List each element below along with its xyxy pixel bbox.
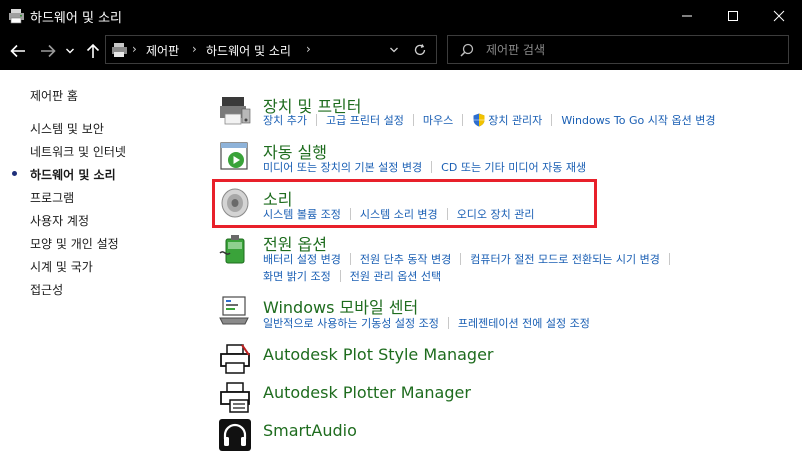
sidebar-item-user-accounts[interactable]: 사용자 계정 <box>30 212 89 229</box>
minimize-icon <box>682 15 692 17</box>
window-title: 하드웨어 및 소리 <box>30 11 122 26</box>
category-title[interactable]: Autodesk Plotter Manager <box>263 383 471 402</box>
divider <box>462 114 464 126</box>
category-smartaudio: SmartAudio <box>218 418 802 454</box>
category-mobility-center: Windows 모바일 센터 일반적으로 사용하는 기동성 설정 조정 프레젠테이… <box>218 294 802 334</box>
control-panel-icon <box>9 9 24 24</box>
sidebar: 제어판 홈 시스템 및 보안 네트워크 및 인터넷 하드웨어 및 소리 프로그램… <box>0 70 200 475</box>
sidebar-item-ease-of-access[interactable]: 접근성 <box>30 281 63 298</box>
divider <box>551 114 553 126</box>
divider <box>315 114 317 126</box>
chevron-down-icon <box>66 48 74 54</box>
link-sleep-timing[interactable]: 컴퓨터가 절전 모드로 전환되는 시기 변경 <box>470 251 660 267</box>
up-button[interactable] <box>83 41 103 61</box>
category-links: 일반적으로 사용하는 기동성 설정 조정 프레젠테이션 전에 설정 조정 <box>263 315 590 331</box>
back-button[interactable] <box>8 41 28 61</box>
minimize-button[interactable] <box>664 0 710 32</box>
category-autoplay: 자동 실행 미디어 또는 장치의 기본 설정 변경 CD 또는 기타 미디어 자동… <box>218 139 802 179</box>
maximize-button[interactable] <box>710 0 756 32</box>
link-windows-to-go[interactable]: Windows To Go 시작 옵션 변경 <box>561 112 715 128</box>
divider <box>349 253 351 265</box>
up-arrow-icon <box>86 43 100 58</box>
devices-printers-icon <box>220 97 251 125</box>
link-device-manager[interactable]: 장치 관리자 <box>488 112 542 128</box>
category-title[interactable]: Autodesk Plot Style Manager <box>263 345 493 364</box>
link-add-device[interactable]: 장치 추가 <box>263 112 307 128</box>
divider <box>339 270 341 282</box>
highlight-box <box>212 179 597 228</box>
breadcrumb-separator-icon[interactable]: › <box>132 42 137 56</box>
breadcrumb-separator-icon[interactable]: › <box>192 42 197 56</box>
autoplay-icon <box>220 142 248 170</box>
sidebar-item-system-security[interactable]: 시스템 및 보안 <box>30 120 104 137</box>
category-links: 장치 추가 고급 프린터 설정 마우스 장치 관리자 Windows To Go 시작 … <box>263 112 715 128</box>
divider <box>412 114 414 126</box>
forward-arrow-icon <box>41 44 56 58</box>
category-plotter-manager: Autodesk Plotter Manager <box>218 380 802 414</box>
sidebar-item-control-panel-home[interactable]: 제어판 홈 <box>30 87 78 104</box>
category-links: 배터리 설정 변경 전원 단추 동작 변경 컴퓨터가 절전 모드로 전환되는 시기 … <box>263 251 679 267</box>
active-bullet <box>12 171 17 176</box>
refresh-icon[interactable] <box>413 43 427 57</box>
sidebar-item-network-internet[interactable]: 네트워크 및 인터넷 <box>30 143 126 160</box>
title-bar: 하드웨어 및 소리 <box>0 0 802 32</box>
sidebar-item-programs[interactable]: 프로그램 <box>30 189 74 206</box>
divider <box>668 253 670 265</box>
mobility-center-icon <box>219 296 249 325</box>
search-input[interactable] <box>486 41 776 59</box>
power-options-icon <box>219 235 245 264</box>
search-box[interactable] <box>447 35 789 64</box>
link-advanced-printer-setup[interactable]: 고급 프린터 설정 <box>326 112 404 128</box>
category-power-options: 전원 옵션 배터리 설정 변경 전원 단추 동작 변경 컴퓨터가 절전 모드로 전환… <box>218 231 802 286</box>
forward-button[interactable] <box>38 41 58 61</box>
link-change-default-settings[interactable]: 미디어 또는 장치의 기본 설정 변경 <box>263 159 422 175</box>
sidebar-item-hardware-sound[interactable]: 하드웨어 및 소리 <box>30 166 116 183</box>
category-devices-printers: 장치 및 프린터 장치 추가 고급 프린터 설정 마우스 장치 관리자 Windows … <box>218 93 802 133</box>
link-adjust-brightness[interactable]: 화면 밝기 조정 <box>263 268 331 284</box>
address-bar[interactable]: › 제어판 › 하드웨어 및 소리 › <box>105 35 437 64</box>
breadcrumb-hardware-sound[interactable]: 하드웨어 및 소리 <box>206 42 291 59</box>
uac-shield-icon <box>473 113 485 127</box>
link-power-button-behavior[interactable]: 전원 단추 동작 변경 <box>360 251 451 267</box>
search-icon <box>460 43 474 57</box>
breadcrumb-separator-icon[interactable]: › <box>306 42 311 56</box>
chevron-down-icon[interactable] <box>389 46 399 54</box>
link-choose-power-plan[interactable]: 전원 관리 옵션 선택 <box>350 268 441 284</box>
sidebar-item-clock-region[interactable]: 시계 및 국가 <box>30 258 93 275</box>
headphones-icon <box>219 419 251 451</box>
control-panel-icon <box>112 43 127 57</box>
plot-style-printer-icon <box>220 344 250 374</box>
divider <box>447 317 449 329</box>
category-title[interactable]: SmartAudio <box>263 421 357 440</box>
divider <box>460 253 462 265</box>
plotter-manager-icon <box>220 382 250 413</box>
maximize-icon <box>728 11 738 21</box>
link-presentation-settings[interactable]: 프레젠테이션 전에 설정 조정 <box>458 315 590 331</box>
recent-locations-button[interactable] <box>63 41 77 61</box>
sidebar-item-appearance[interactable]: 모양 및 개인 설정 <box>30 235 119 252</box>
category-links: 미디어 또는 장치의 기본 설정 변경 CD 또는 기타 미디어 자동 재생 <box>263 159 586 175</box>
divider <box>431 161 433 173</box>
category-plot-style-manager: Autodesk Plot Style Manager <box>218 342 802 376</box>
link-autoplay-cd[interactable]: CD 또는 기타 미디어 자동 재생 <box>441 159 586 175</box>
link-mouse[interactable]: 마우스 <box>423 112 453 128</box>
close-button[interactable] <box>756 0 802 32</box>
back-arrow-icon <box>10 44 25 58</box>
link-change-battery-settings[interactable]: 배터리 설정 변경 <box>263 251 341 267</box>
breadcrumb-control-panel[interactable]: 제어판 <box>146 42 179 59</box>
category-links: 화면 밝기 조정 전원 관리 옵션 선택 <box>263 268 441 284</box>
link-adjust-mobility-settings[interactable]: 일반적으로 사용하는 기동성 설정 조정 <box>263 315 439 331</box>
close-icon <box>773 10 785 22</box>
